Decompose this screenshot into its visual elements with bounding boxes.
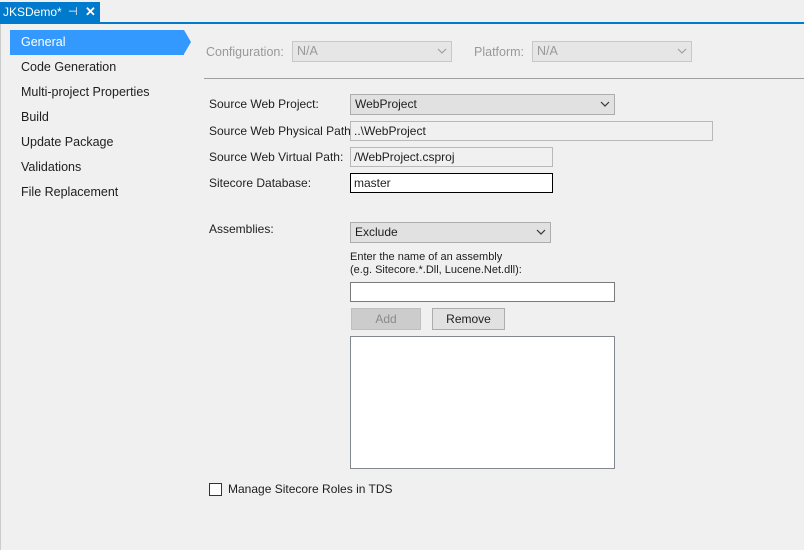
assemblies-list[interactable] <box>350 336 615 469</box>
chevron-down-icon <box>437 48 447 54</box>
nav-item-multi-project-properties[interactable]: Multi-project Properties <box>10 80 190 105</box>
chevron-down-icon <box>600 101 610 107</box>
chevron-down-icon <box>536 229 546 235</box>
pin-icon[interactable]: ⊣ <box>68 2 78 22</box>
nav-item-label: Validations <box>21 160 82 174</box>
nav-item-file-replacement[interactable]: File Replacement <box>10 180 190 205</box>
document-tab[interactable]: JKSDemo* ⊣ ✕ <box>0 2 100 22</box>
property-pages-nav: General Code Generation Multi-project Pr… <box>10 30 191 205</box>
assembly-hint-line1: Enter the name of an assembly <box>350 251 503 263</box>
frame-border <box>0 24 1 550</box>
nav-item-validations[interactable]: Validations <box>10 155 190 180</box>
document-tab-strip: JKSDemo* ⊣ ✕ <box>0 0 804 24</box>
assemblies-label: Assemblies: <box>209 222 274 236</box>
assembly-name-input[interactable] <box>350 282 615 302</box>
configuration-dropdown[interactable]: N/A <box>292 41 452 62</box>
nav-item-label: Build <box>21 110 49 124</box>
assembly-hint-line2: (e.g. Sitecore.*.Dll, Lucene.Net.dll): <box>350 264 522 276</box>
tab-underline <box>0 22 804 24</box>
nav-item-label: General <box>21 35 66 49</box>
nav-item-build[interactable]: Build <box>10 105 190 130</box>
nav-item-label: File Replacement <box>21 185 119 199</box>
platform-value: N/A <box>537 44 558 58</box>
source-web-project-label: Source Web Project: <box>209 97 319 111</box>
chevron-down-icon <box>677 48 687 54</box>
configuration-value: N/A <box>297 44 318 58</box>
nav-item-code-generation[interactable]: Code Generation <box>10 55 190 80</box>
nav-item-update-package[interactable]: Update Package <box>10 130 190 155</box>
assemblies-mode-dropdown[interactable]: Exclude <box>350 222 551 243</box>
virtual-path-label: Source Web Virtual Path: <box>209 150 344 164</box>
sitecore-database-label: Sitecore Database: <box>209 176 312 190</box>
physical-path-label: Source Web Physical Path: <box>209 124 355 138</box>
add-assembly-button[interactable]: Add <box>351 308 421 330</box>
close-icon[interactable]: ✕ <box>85 2 96 22</box>
sitecore-database-input[interactable]: master <box>350 173 553 193</box>
manage-roles-label[interactable]: Manage Sitecore Roles in TDS <box>228 482 393 496</box>
physical-path-field[interactable]: ..\WebProject <box>350 121 713 141</box>
nav-item-general[interactable]: General <box>10 30 191 55</box>
virtual-path-field[interactable]: /WebProject.csproj <box>350 147 553 167</box>
nav-item-label: Code Generation <box>21 60 117 74</box>
remove-assembly-button[interactable]: Remove <box>432 308 505 330</box>
header-separator <box>204 78 804 79</box>
nav-item-label: Multi-project Properties <box>21 85 150 99</box>
platform-dropdown[interactable]: N/A <box>532 41 692 62</box>
manage-roles-checkbox[interactable] <box>209 483 222 496</box>
configuration-label: Configuration: <box>206 45 284 59</box>
source-web-project-value: WebProject <box>355 97 417 111</box>
assemblies-mode-value: Exclude <box>355 225 398 239</box>
nav-item-label: Update Package <box>21 135 114 149</box>
source-web-project-dropdown[interactable]: WebProject <box>350 94 615 115</box>
platform-label: Platform: <box>474 45 525 59</box>
document-tab-title: JKSDemo* <box>3 5 62 19</box>
